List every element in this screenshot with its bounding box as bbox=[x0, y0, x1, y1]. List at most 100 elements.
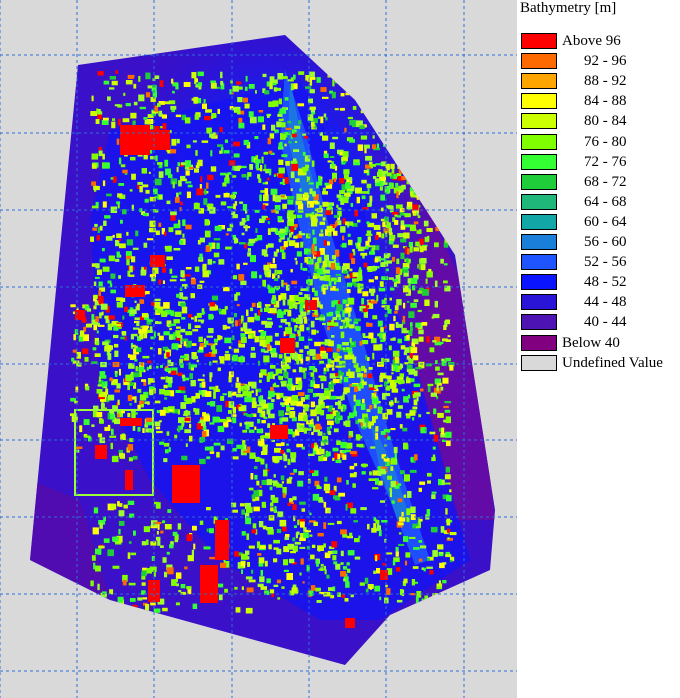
building bbox=[158, 348, 162, 355]
building bbox=[166, 567, 174, 575]
building bbox=[378, 530, 382, 537]
building bbox=[350, 85, 355, 90]
building bbox=[396, 258, 400, 265]
building bbox=[182, 219, 186, 226]
building bbox=[262, 73, 267, 78]
building bbox=[337, 300, 341, 305]
building bbox=[127, 354, 131, 358]
building bbox=[267, 228, 271, 235]
building bbox=[353, 321, 359, 324]
building bbox=[360, 110, 364, 114]
building bbox=[104, 215, 111, 219]
building bbox=[91, 314, 95, 320]
building bbox=[184, 566, 188, 570]
building bbox=[232, 85, 239, 92]
building bbox=[426, 566, 433, 569]
building bbox=[344, 405, 347, 410]
building bbox=[137, 597, 143, 601]
building bbox=[117, 596, 124, 603]
building bbox=[168, 370, 171, 374]
building bbox=[342, 235, 345, 241]
building bbox=[403, 396, 408, 403]
building bbox=[94, 276, 100, 279]
building bbox=[225, 173, 230, 181]
building bbox=[239, 407, 242, 411]
building bbox=[240, 336, 247, 343]
building bbox=[392, 244, 399, 248]
building bbox=[409, 224, 416, 232]
building bbox=[392, 350, 400, 357]
building bbox=[233, 354, 238, 362]
building bbox=[377, 333, 380, 337]
building bbox=[362, 88, 368, 94]
building bbox=[429, 431, 436, 435]
building bbox=[92, 227, 97, 231]
building bbox=[278, 295, 281, 301]
building bbox=[216, 86, 221, 89]
building bbox=[355, 367, 361, 373]
building bbox=[118, 449, 123, 453]
building bbox=[391, 212, 399, 215]
legend-label: 80 - 84 bbox=[584, 113, 627, 130]
building bbox=[277, 216, 283, 222]
building bbox=[118, 510, 125, 517]
building bbox=[123, 504, 128, 509]
building bbox=[187, 184, 193, 188]
building bbox=[265, 244, 268, 249]
building bbox=[439, 562, 445, 569]
building bbox=[263, 169, 269, 172]
building bbox=[166, 352, 170, 358]
building bbox=[291, 280, 298, 285]
building bbox=[331, 161, 334, 166]
building bbox=[264, 307, 270, 312]
building bbox=[389, 287, 395, 291]
building bbox=[102, 180, 106, 187]
building bbox=[390, 428, 396, 431]
building bbox=[137, 404, 141, 410]
building bbox=[288, 303, 293, 309]
building bbox=[302, 267, 308, 271]
legend-entry: Undefined Value bbox=[520, 354, 680, 374]
building bbox=[114, 104, 120, 107]
building bbox=[308, 366, 316, 371]
building bbox=[269, 486, 273, 491]
building bbox=[326, 414, 333, 420]
building bbox=[311, 219, 318, 227]
building bbox=[239, 86, 243, 90]
building bbox=[410, 322, 413, 327]
building bbox=[93, 294, 98, 299]
building bbox=[125, 374, 132, 382]
building bbox=[282, 359, 285, 363]
building bbox=[368, 421, 372, 429]
building bbox=[311, 431, 314, 435]
building bbox=[285, 327, 293, 335]
building bbox=[368, 478, 376, 481]
building bbox=[102, 341, 109, 346]
building bbox=[180, 355, 187, 359]
building bbox=[333, 352, 338, 359]
building bbox=[113, 343, 119, 348]
building bbox=[331, 91, 336, 99]
building bbox=[181, 317, 186, 320]
building bbox=[129, 598, 136, 602]
building bbox=[255, 389, 258, 396]
building bbox=[322, 322, 326, 326]
building bbox=[400, 238, 407, 243]
building bbox=[140, 362, 144, 367]
building bbox=[405, 120, 412, 125]
building bbox=[156, 365, 159, 369]
building bbox=[267, 177, 270, 181]
building bbox=[380, 500, 386, 503]
building bbox=[410, 181, 415, 186]
building bbox=[346, 568, 351, 573]
building bbox=[432, 340, 437, 343]
building bbox=[340, 571, 347, 577]
building bbox=[377, 171, 383, 177]
building bbox=[310, 409, 317, 417]
building bbox=[345, 581, 350, 588]
building bbox=[177, 372, 183, 377]
building bbox=[300, 397, 305, 402]
building bbox=[186, 191, 191, 199]
building bbox=[406, 206, 413, 210]
building bbox=[388, 89, 394, 97]
